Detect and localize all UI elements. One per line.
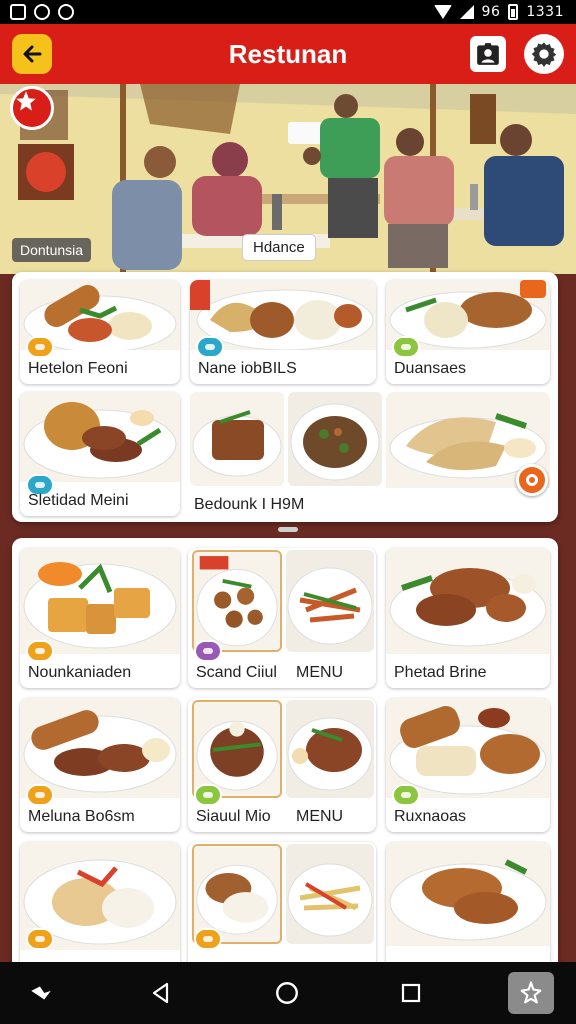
dish-label: Scand Ciiul [196, 664, 277, 681]
dish-label: Siauul Mio [196, 808, 271, 825]
location-label: Dontunsia [12, 238, 92, 262]
menu-label: MENU [296, 808, 344, 825]
dish-photo[interactable] [190, 392, 284, 486]
dish-photo [192, 550, 282, 652]
app-bar: Restunan [0, 24, 576, 84]
drag-handle[interactable] [278, 527, 298, 532]
logo-icon[interactable] [10, 86, 54, 130]
category-badge-icon [194, 928, 222, 950]
dish-photo [286, 550, 374, 652]
sync-icon [34, 4, 50, 20]
dish-label: Nounkaniaden [28, 664, 132, 681]
wifi-icon [433, 5, 452, 19]
nav-home-button[interactable] [270, 976, 304, 1010]
favorite-button[interactable] [516, 464, 548, 496]
category-badge-icon [194, 640, 222, 662]
category-badge-icon [392, 336, 420, 358]
nav-back-button[interactable] [144, 976, 178, 1010]
dish-card[interactable]: Ruxnaoas [386, 698, 550, 832]
dish-card[interactable]: Scand Ciiul MENU [188, 548, 376, 688]
settings-button[interactable] [524, 34, 564, 74]
triangle-back-icon [152, 982, 169, 1004]
dish-label: Duansaes [394, 360, 467, 377]
sparkle-icon [520, 981, 542, 1004]
category-badge-icon [392, 784, 420, 806]
bird-icon [31, 986, 51, 1000]
dish-card[interactable] [386, 842, 550, 978]
dish-photo [386, 698, 550, 798]
assistant-button[interactable] [508, 972, 554, 1014]
star-icon [16, 91, 36, 111]
dish-label: Phetad Brine [394, 664, 487, 681]
dish-label: Nane iobBILS [198, 360, 297, 377]
profile-button[interactable] [470, 36, 506, 72]
arrow-left-icon [23, 45, 42, 63]
category-badge-icon [194, 784, 222, 806]
battery-icon [508, 4, 519, 20]
nav-recents-button[interactable] [394, 976, 428, 1010]
dish-card[interactable]: Hetelon Feoni [20, 280, 180, 384]
dish-photo [386, 842, 550, 946]
gear-icon [531, 42, 557, 67]
category-badge-icon [26, 336, 54, 358]
dish-label: Hetelon Feoni [28, 360, 128, 377]
circle-home-icon [276, 982, 298, 1004]
dish-card[interactable]: Phetad Brine [386, 548, 550, 688]
menu-label: MENU [296, 664, 344, 681]
battery-percent: 96 [481, 4, 501, 20]
category-badge-icon [26, 784, 54, 806]
dish-label: Ruxnaoas [394, 808, 467, 825]
category-badge-icon [26, 640, 54, 662]
dish-photo [20, 698, 180, 798]
dish-card[interactable]: Siauul Mio MENU [188, 698, 376, 832]
dish-card[interactable]: Nounkaniaden [20, 548, 180, 688]
dish-photo [20, 548, 180, 654]
user-badge-icon [477, 43, 499, 65]
dish-photo [20, 392, 180, 482]
dish-photo [286, 844, 374, 944]
nav-home-shortcut-button[interactable] [24, 976, 58, 1010]
back-button[interactable] [12, 34, 52, 74]
system-nav-bar [0, 962, 576, 1024]
signal-icon [459, 5, 474, 19]
info-icon [58, 4, 74, 20]
category-badge-icon [196, 336, 224, 358]
clock: 1331 [526, 4, 564, 20]
featured-dishes-panel: Hetelon Feoni Nane iobBILS Duansaes Slet… [12, 272, 558, 522]
dish-label: Meluna Bo6sm [28, 808, 135, 825]
dish-card[interactable]: Nane iobBILS [190, 280, 376, 384]
menu-items-panel: Nounkaniaden Scand Ciiul MENU Phetad Bri… [12, 538, 558, 978]
dish-photo [286, 700, 374, 798]
dish-photo[interactable] [288, 392, 382, 486]
hero-caption: Hdance [242, 234, 316, 261]
dish-card[interactable]: Sletidad Meini [20, 392, 180, 516]
status-bar: 96 1331 [0, 0, 576, 24]
gallery-icon [10, 4, 26, 20]
dish-card[interactable] [20, 842, 180, 978]
dish-label: Sletidad Meini [28, 492, 129, 509]
dish-card[interactable] [188, 842, 376, 978]
dish-card[interactable]: Duansaes [386, 280, 550, 384]
restaurant-hero-image: Dontunsia Hdance [0, 84, 576, 274]
square-recents-icon [401, 983, 421, 1003]
page-title: Restunan [228, 38, 348, 69]
circle-icon [526, 474, 538, 486]
dish-card[interactable]: Meluna Bo6sm [20, 698, 180, 832]
category-badge-icon [26, 928, 54, 950]
dish-photo [386, 548, 550, 654]
dish-label: Bedounk I H9M [194, 496, 305, 513]
